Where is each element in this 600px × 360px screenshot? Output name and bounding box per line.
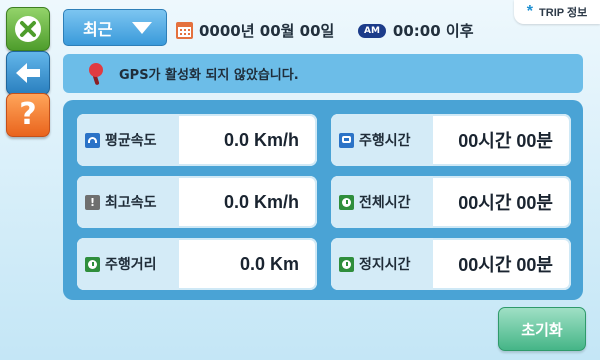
back-button[interactable]: [6, 51, 50, 95]
date-text: 0000년 00월 00일: [199, 22, 335, 40]
clock-icon: [339, 256, 354, 272]
period-dropdown[interactable]: 최근: [63, 9, 167, 46]
clock-icon: [339, 194, 354, 210]
stat-value: 0.0 Km/h: [223, 129, 299, 150]
warning-icon: [85, 194, 100, 210]
date-display: 0000년 00월 00일: [176, 20, 334, 41]
help-button[interactable]: ?: [6, 93, 50, 137]
stat-label: 주행거리: [105, 257, 157, 273]
stat-stop-time: 정지시간 00시간 00분: [331, 238, 571, 290]
close-icon: [15, 16, 41, 42]
trip-stats-panel: 평균속도 0.0 Km/h 주행시간 00시간 00분 최고속도 0.0 Km/…: [63, 100, 583, 300]
help-icon: ?: [19, 97, 37, 132]
time-display: AM 00:00 이후: [358, 20, 474, 41]
stat-value: 00시간 00분: [458, 193, 553, 213]
period-dropdown-value: 최근: [83, 19, 113, 39]
bus-icon: [339, 132, 354, 148]
stat-average-speed: 평균속도 0.0 Km/h: [77, 114, 317, 166]
stat-label: 전체시간: [359, 195, 411, 211]
chevron-down-icon: [132, 22, 152, 34]
stat-value: 0.0 Km/h: [223, 191, 299, 212]
stat-label: 정지시간: [359, 257, 411, 273]
reset-button[interactable]: 초기화: [498, 307, 586, 351]
gps-status-message: GPS가 활성화 되지 않았습니다.: [119, 68, 299, 83]
stat-max-speed: 최고속도 0.0 Km/h: [77, 176, 317, 228]
stat-value: 00시간 00분: [458, 255, 553, 275]
time-text: 00:00 이후: [392, 22, 474, 40]
gps-status-banner: GPS가 활성화 되지 않았습니다.: [63, 54, 583, 93]
stat-value: 00시간 00분: [458, 131, 553, 151]
stat-value: 0.0 Km: [239, 253, 299, 274]
gps-pin-icon: [87, 62, 107, 85]
stat-label: 평균속도: [105, 133, 157, 149]
stat-distance: 주행거리 0.0 Km: [77, 238, 317, 290]
calendar-icon: [176, 22, 193, 39]
close-button[interactable]: [6, 7, 50, 51]
back-arrow-icon: [16, 63, 40, 83]
trip-info-tab[interactable]: * TRIP 정보: [514, 0, 600, 24]
trip-info-label: TRIP 정보: [539, 7, 588, 19]
speed-icon: [85, 132, 100, 148]
stat-label: 최고속도: [105, 195, 157, 211]
stat-label: 주행시간: [359, 133, 411, 149]
stat-driving-time: 주행시간 00시간 00분: [331, 114, 571, 166]
asterisk-icon: *: [526, 3, 534, 20]
ampm-badge: AM: [358, 23, 386, 38]
clock-icon: [85, 256, 100, 272]
stat-total-time: 전체시간 00시간 00분: [331, 176, 571, 228]
